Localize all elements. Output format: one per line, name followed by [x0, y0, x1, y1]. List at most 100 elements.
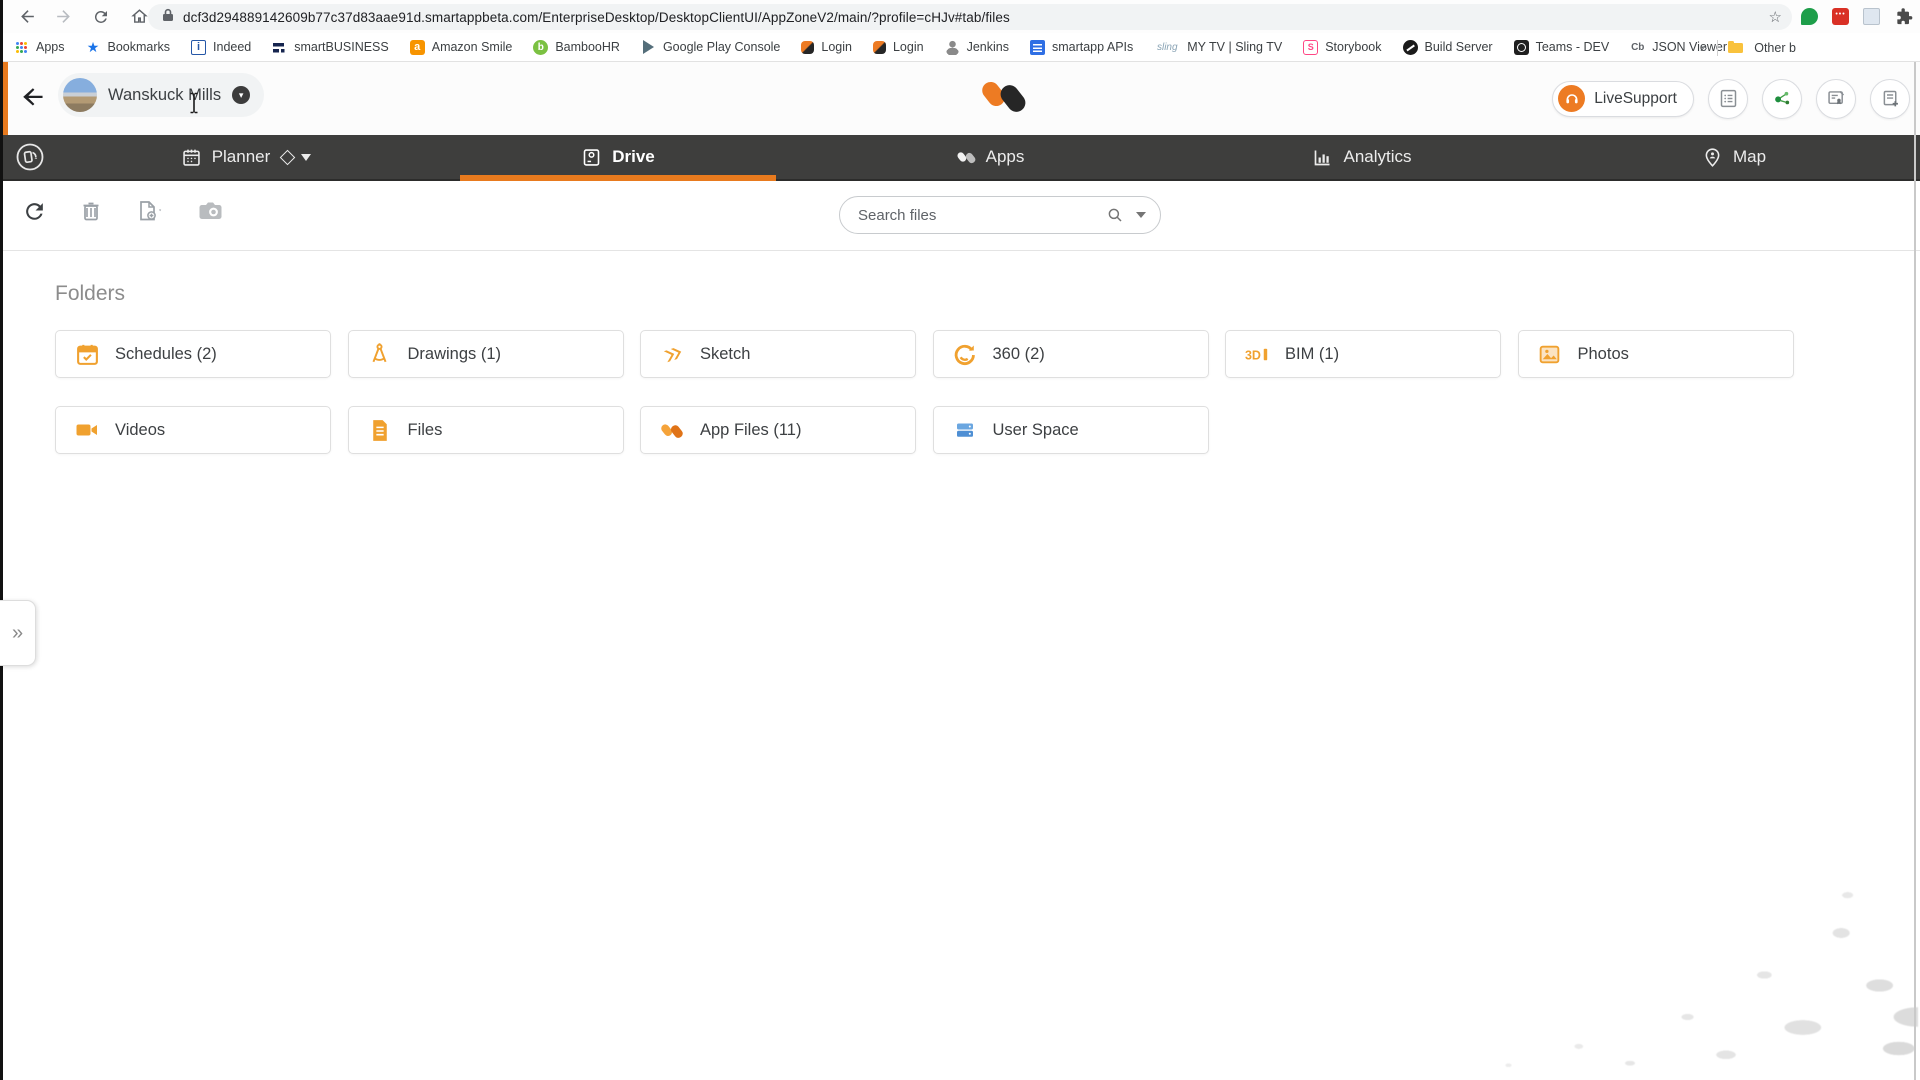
folder-card[interactable]: App Files (11) — [640, 406, 916, 454]
folder-label: User Space — [993, 421, 1079, 440]
extensions-puzzle-icon[interactable] — [1894, 7, 1914, 27]
bookmark-label: Login — [893, 40, 924, 54]
bookmarks-divider — [1717, 40, 1718, 56]
folder-card[interactable]: 360 (2) — [933, 330, 1209, 378]
bookmark-item[interactable]: Storybook — [1303, 40, 1381, 55]
search-icon[interactable] — [1106, 206, 1124, 224]
bookmark-item[interactable]: Login — [801, 40, 852, 54]
refresh-button[interactable] — [22, 199, 47, 224]
apps-s-logo-icon — [956, 147, 976, 167]
bookmark-label: MY TV | Sling TV — [1187, 40, 1282, 54]
bookmark-item[interactable]: smartapp APIs — [1030, 40, 1133, 55]
certificate-button[interactable] — [1816, 79, 1856, 119]
bookmark-favicon — [945, 40, 960, 55]
browser-refresh-icon[interactable] — [88, 4, 114, 30]
folder-card[interactable]: Photos — [1518, 330, 1794, 378]
folder-label: 360 (2) — [993, 345, 1045, 364]
add-file-button[interactable] — [135, 198, 165, 224]
bookmark-item[interactable]: Build Server — [1403, 40, 1493, 55]
header-actions: LiveSupport — [1552, 62, 1910, 135]
extension-green-icon[interactable] — [1801, 8, 1818, 25]
browser-back-icon[interactable] — [14, 4, 40, 30]
camera-button[interactable] — [197, 199, 224, 223]
bookmark-label: Jenkins — [967, 40, 1009, 54]
bookmark-star-icon[interactable]: ☆ — [1769, 8, 1782, 26]
folder-type-icon — [952, 417, 978, 443]
diamond-icon[interactable] — [280, 149, 296, 165]
bookmark-favicon — [873, 41, 886, 54]
bookmark-item[interactable]: Amazon Smile — [410, 40, 513, 55]
folder-label: Drawings (1) — [408, 345, 502, 364]
url-text: dcf3d294889142609b77c37d83aae91d.smartap… — [183, 10, 1010, 25]
bookmark-label: Apps — [36, 40, 65, 54]
app-back-button[interactable] — [20, 84, 48, 117]
livesupport-button[interactable]: LiveSupport — [1552, 81, 1694, 117]
extension-pale-icon[interactable] — [1863, 8, 1880, 25]
bookmark-favicon — [86, 40, 101, 55]
folder-label: Sketch — [700, 345, 750, 364]
tab-drive[interactable]: Drive — [432, 135, 804, 179]
extensions-row — [1801, 0, 1920, 33]
url-bar[interactable]: dcf3d294889142609b77c37d83aae91d.smartap… — [148, 4, 1792, 30]
folder-card[interactable]: Drawings (1) — [348, 330, 624, 378]
folder-card[interactable]: Sketch — [640, 330, 916, 378]
tab-label: Planner — [212, 147, 271, 167]
browser-forward-icon[interactable] — [50, 4, 76, 30]
folder-card[interactable]: User Space — [933, 406, 1209, 454]
folder-label: Videos — [115, 421, 165, 440]
bookmark-item[interactable]: MY TV | Sling TV — [1154, 40, 1282, 55]
folder-label: BIM (1) — [1285, 345, 1339, 364]
tab-apps[interactable]: Apps — [804, 135, 1176, 179]
bookmark-item[interactable]: Login — [873, 40, 924, 54]
screen: dcf3d294889142609b77c37d83aae91d.smartap… — [0, 0, 1920, 1080]
delete-button[interactable] — [79, 199, 103, 223]
extension-red-icon[interactable] — [1832, 8, 1849, 25]
folder-type-icon — [74, 417, 100, 443]
folder-card[interactable]: Files — [348, 406, 624, 454]
sidebar-expander[interactable]: » — [0, 600, 36, 666]
bookmark-favicon — [1403, 40, 1418, 55]
other-bookmarks-label[interactable]: Other b — [1754, 41, 1796, 55]
folder-type-icon — [367, 417, 393, 443]
tab-planner[interactable]: Planner — [60, 135, 432, 179]
bookmark-label: Login — [821, 40, 852, 54]
headset-icon — [1558, 85, 1585, 112]
bookmark-favicon — [1630, 40, 1645, 55]
search-box — [839, 196, 1161, 234]
bookmark-item[interactable]: Teams - DEV — [1514, 40, 1610, 55]
double-chevron-icon: » — [12, 622, 23, 645]
bookmark-item[interactable]: Apps — [14, 40, 65, 55]
folder-card[interactable]: 3D BIM (1) — [1225, 330, 1501, 378]
folder-type-icon — [1537, 341, 1563, 367]
section-title: Folders — [55, 282, 125, 306]
svg-text:3D: 3D — [1245, 348, 1261, 362]
workspace-chip[interactable]: Wanskuck Mills ▾ — [58, 73, 264, 117]
map-pin-icon — [1702, 147, 1723, 168]
bookmarks-overflow-chevron[interactable]: » — [1700, 40, 1707, 55]
bookmark-item[interactable]: Indeed — [191, 40, 251, 55]
workflow-button[interactable] — [1762, 79, 1802, 119]
bookmark-item[interactable]: Jenkins — [945, 40, 1009, 55]
bookmark-favicon — [1030, 40, 1045, 55]
bookmark-item[interactable]: Google Play Console — [641, 40, 780, 55]
folder-card[interactable]: Videos — [55, 406, 331, 454]
tab-map[interactable]: Map — [1548, 135, 1920, 179]
bookmark-item[interactable]: Bookmarks — [86, 40, 171, 55]
tab-analytics[interactable]: Analytics — [1176, 135, 1548, 179]
bookmark-favicon — [191, 40, 206, 55]
forms-button[interactable] — [1708, 79, 1748, 119]
search-options-caret-icon[interactable] — [1136, 212, 1146, 218]
workspace-avatar — [63, 78, 97, 112]
bookmark-item[interactable]: smartBUSINESS — [272, 40, 388, 55]
rotate-device-icon[interactable] — [0, 135, 60, 179]
caret-down-icon[interactable] — [301, 154, 311, 161]
add-record-button[interactable] — [1870, 79, 1910, 119]
tab-label: Drive — [612, 147, 655, 167]
workspace-dropdown-badge[interactable]: ▾ — [232, 86, 250, 104]
folder-label: App Files (11) — [700, 421, 801, 440]
livesupport-label: LiveSupport — [1594, 90, 1677, 108]
bookmark-item[interactable]: BambooHR — [533, 40, 620, 55]
search-input[interactable] — [858, 207, 1106, 224]
bookmark-label: smartBUSINESS — [294, 40, 388, 54]
folder-card[interactable]: Schedules (2) — [55, 330, 331, 378]
